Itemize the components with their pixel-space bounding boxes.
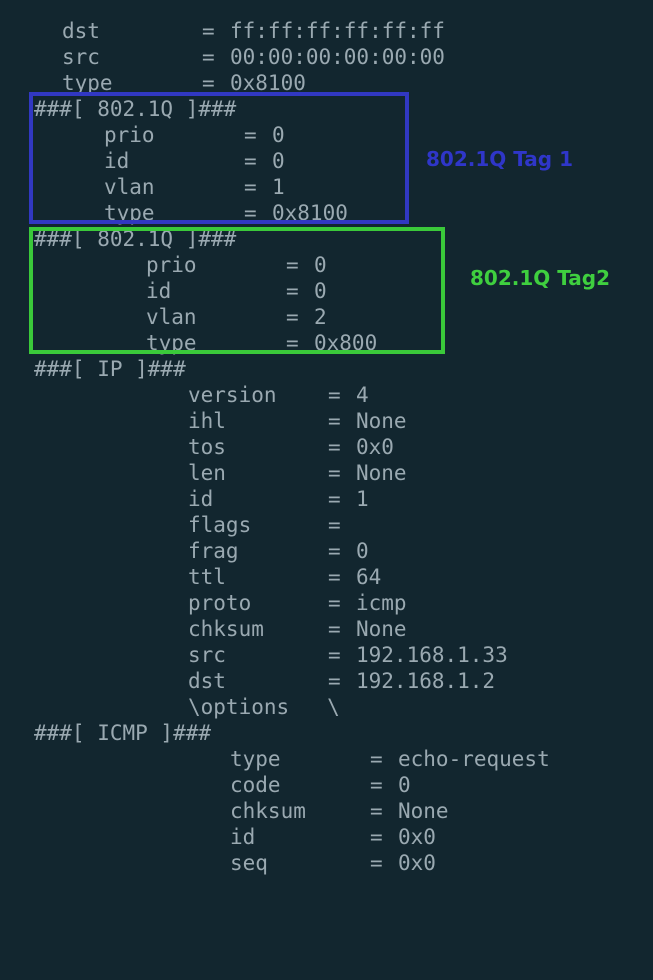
layer-header: ###[ IP ]### [34,357,186,381]
field-key: version [188,383,277,407]
field-key: seq [230,851,268,875]
ip-options-line: \options \ [0,694,340,720]
field-key: dst [62,19,100,43]
field-eq: = [328,565,341,589]
field-value: 0 [356,539,369,563]
field-key: id [230,825,256,849]
field-key: proto [188,591,252,615]
field-value: 0x0 [398,851,436,875]
ether-field-dst: dst = ff:ff:ff:ff:ff:ff [0,18,445,44]
icmp-field-type: type = echo-request [0,746,550,772]
tag1-highlight-box [29,92,409,224]
field-eq: = [370,851,383,875]
ip-field-proto: proto = icmp [0,590,407,616]
field-value: None [356,617,407,641]
field-eq: = [328,383,341,407]
field-key: type [230,747,281,771]
field-value: 0x0 [398,825,436,849]
field-eq: = [370,825,383,849]
field-value: echo-request [398,747,550,771]
tag2-highlight-box [29,227,445,354]
field-value: 64 [356,565,382,589]
field-key: chksum [188,617,264,641]
field-eq: = [370,773,383,797]
field-value: None [356,409,407,433]
icmp-field-chksum: chksum = None [0,798,449,824]
field-value: 1 [356,487,369,511]
ip-field-ihl: ihl = None [0,408,407,434]
field-value: None [356,461,407,485]
tag2-annotation: 802.1Q Tag2 [470,266,611,290]
field-key: ihl [188,409,226,433]
field-eq: = [328,617,341,641]
field-value: None [398,799,449,823]
layer-header: ###[ ICMP ]### [34,721,212,745]
field-key: len [188,461,226,485]
field-key: src [62,45,100,69]
icmp-field-seq: seq = 0x0 [0,850,436,876]
field-eq: = [328,539,341,563]
field-key: flags [188,513,252,537]
field-eq: = [328,513,341,537]
field-key: dst [188,669,226,693]
field-value: 4 [356,383,369,407]
field-value: 0x0 [356,435,394,459]
field-key: code [230,773,281,797]
options-text: \options \ [188,695,340,719]
field-key: chksum [230,799,306,823]
ip-field-ttl: ttl = 64 [0,564,381,590]
field-eq: = [328,487,341,511]
ether-field-src: src = 00:00:00:00:00:00 [0,44,445,70]
field-eq: = [328,643,341,667]
ip-field-dst: dst = 192.168.1.2 [0,668,495,694]
icmp-field-code: code = 0 [0,772,411,798]
field-value: 0 [398,773,411,797]
icmp-header: ###[ ICMP ]### [0,720,211,746]
field-eq: = [370,747,383,771]
field-key: ttl [188,565,226,589]
field-key: src [188,643,226,667]
ip-field-chksum: chksum = None [0,616,407,642]
field-eq: = [328,409,341,433]
ip-field-len: len = None [0,460,407,486]
field-value: 192.168.1.2 [356,669,496,693]
field-value: 00:00:00:00:00:00 [230,45,445,69]
ip-field-id: id = 1 [0,486,369,512]
field-eq: = [202,19,215,43]
field-eq: = [370,799,383,823]
field-key: frag [188,539,239,563]
field-value: icmp [356,591,407,615]
field-eq: = [202,45,215,69]
ip-field-version: version = 4 [0,382,369,408]
field-eq: = [328,461,341,485]
ip-field-frag: frag = 0 [0,538,369,564]
ip-header: ###[ IP ]### [0,356,186,382]
field-key: tos [188,435,226,459]
ip-field-src: src = 192.168.1.33 [0,642,508,668]
icmp-field-id: id = 0x0 [0,824,436,850]
field-key: id [188,487,214,511]
field-eq: = [328,591,341,615]
ip-field-flags: flags = [0,512,341,538]
field-eq: = [328,669,341,693]
field-value: 192.168.1.33 [356,643,508,667]
field-eq: = [328,435,341,459]
ip-field-tos: tos = 0x0 [0,434,394,460]
tag1-annotation: 802.1Q Tag 1 [426,147,573,171]
field-value: ff:ff:ff:ff:ff:ff [230,19,445,43]
